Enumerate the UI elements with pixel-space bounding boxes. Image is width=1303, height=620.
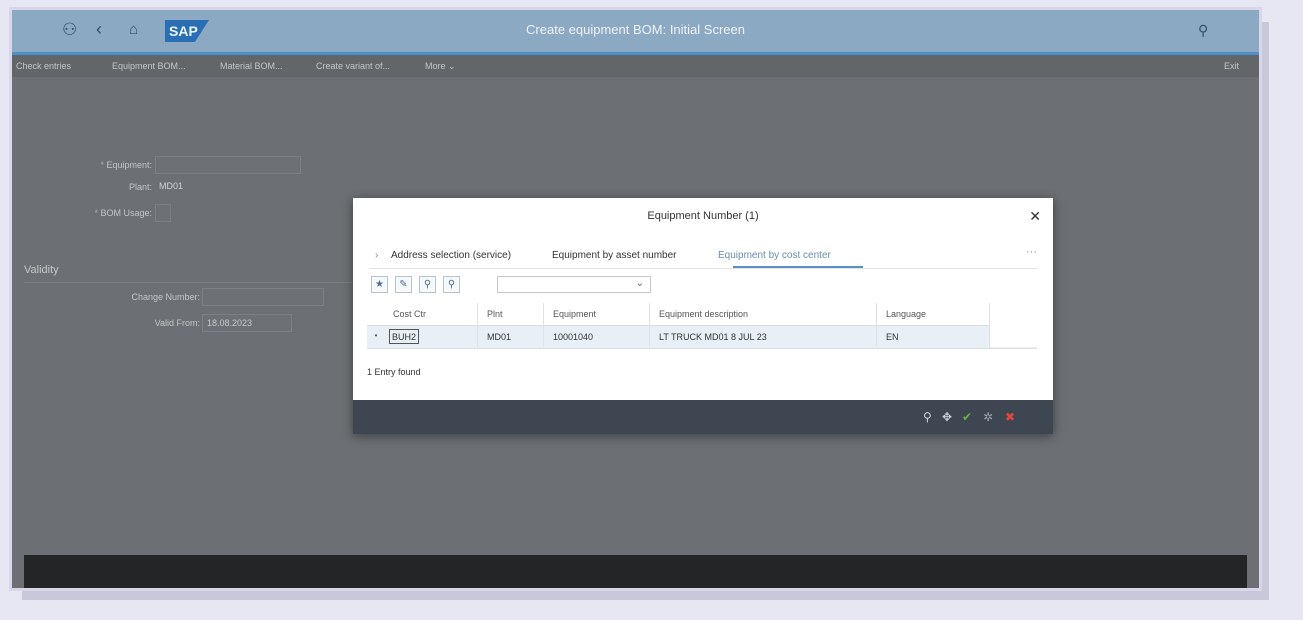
description-cell: LT TRUCK MD01 8 JUL 23 bbox=[659, 332, 767, 342]
app-toolbar: Check entries Equipment BOM... Material … bbox=[12, 55, 1259, 77]
bom-usage-label: * BOM Usage: bbox=[94, 208, 152, 218]
equipment-value-help-dialog: Equipment Number (1) ✕ › Address selecti… bbox=[353, 198, 1053, 434]
valid-from-field[interactable]: 18.08.2023 bbox=[202, 314, 292, 332]
layout-select[interactable]: ⌄ bbox=[497, 276, 651, 293]
dialog-footer: ⚲ ✥ ✔ ✲ ✖ bbox=[353, 400, 1053, 434]
column-header[interactable]: Plnt bbox=[487, 309, 503, 319]
dialog-tabs: › Address selection (service) Equipment … bbox=[369, 244, 1037, 269]
more-menu-button[interactable]: More ⌄ bbox=[425, 61, 456, 72]
row-selector-icon[interactable]: • bbox=[371, 331, 381, 341]
find-next-icon[interactable]: ⚲ bbox=[443, 276, 460, 293]
section-divider bbox=[24, 282, 354, 283]
footer-bar bbox=[24, 555, 1247, 588]
search-icon[interactable]: ⚲ bbox=[923, 410, 932, 424]
equipment-label: * Equipment: bbox=[100, 160, 152, 170]
tab-address-selection[interactable]: Address selection (service) bbox=[391, 250, 511, 261]
tab-equipment-by-cost-center[interactable]: Equipment by cost center bbox=[718, 250, 831, 261]
column-header[interactable]: Language bbox=[886, 309, 926, 319]
shell-bar: ⚇ ‹ ⌂ SAP Create equipment BOM: Initial … bbox=[12, 10, 1259, 55]
edit-icon[interactable]: ✎ bbox=[395, 276, 412, 293]
column-divider bbox=[477, 303, 478, 347]
table-row[interactable]: • BUH2 MD01 10001040 LT TRUCK MD01 8 JUL… bbox=[367, 326, 1037, 349]
find-icon[interactable]: ⚲ bbox=[419, 276, 436, 293]
create-variant-button[interactable]: Create variant of... bbox=[316, 61, 390, 71]
change-number-label: Change Number: bbox=[131, 292, 200, 302]
cost-center-cell[interactable]: BUH2 bbox=[389, 329, 419, 344]
table-filler bbox=[989, 325, 1037, 347]
chevron-down-icon: ⌄ bbox=[635, 278, 644, 289]
equipment-bom-button[interactable]: Equipment BOM... bbox=[112, 61, 186, 71]
page-title: Create equipment BOM: Initial Screen bbox=[526, 22, 745, 37]
tab-equipment-by-asset[interactable]: Equipment by asset number bbox=[552, 250, 677, 261]
valid-from-label: Valid From: bbox=[154, 318, 200, 328]
check-entries-button[interactable]: Check entries bbox=[16, 61, 71, 71]
pin-icon[interactable]: ★ bbox=[371, 276, 388, 293]
table-header: Cost Ctr Plnt Equipment Equipment descri… bbox=[367, 303, 1037, 326]
column-divider bbox=[876, 303, 877, 347]
settings-icon[interactable]: ✲ bbox=[983, 410, 993, 424]
column-divider bbox=[989, 303, 990, 347]
entries-found-text: 1 Entry found bbox=[367, 367, 421, 377]
column-divider bbox=[543, 303, 544, 347]
plant-cell: MD01 bbox=[487, 332, 512, 342]
language-cell: EN bbox=[886, 332, 899, 342]
cancel-icon[interactable]: ✖ bbox=[1005, 410, 1015, 424]
validity-section-title: Validity bbox=[24, 264, 59, 276]
bom-usage-field[interactable] bbox=[155, 204, 171, 222]
equipment-cell: 10001040 bbox=[553, 332, 594, 342]
exit-button[interactable]: Exit bbox=[1224, 61, 1239, 71]
column-header[interactable]: Cost Ctr bbox=[393, 309, 426, 319]
selected-tab-indicator bbox=[733, 266, 863, 268]
change-number-field[interactable] bbox=[202, 288, 324, 306]
plant-label: Plant: bbox=[128, 182, 152, 192]
column-divider bbox=[649, 303, 650, 347]
tab-scroll-left-icon[interactable]: › bbox=[375, 250, 378, 261]
equipment-field[interactable] bbox=[155, 156, 301, 174]
results-table: Cost Ctr Plnt Equipment Equipment descri… bbox=[367, 303, 1037, 349]
column-header[interactable]: Equipment bbox=[553, 309, 596, 319]
plant-value: MD01 bbox=[159, 181, 184, 191]
confirm-icon[interactable]: ✔ bbox=[962, 410, 972, 424]
column-header[interactable]: Equipment description bbox=[659, 309, 748, 319]
dialog-title: Equipment Number (1) bbox=[647, 210, 759, 222]
move-icon[interactable]: ✥ bbox=[942, 410, 952, 424]
search-icon[interactable]: ⚲ bbox=[1198, 20, 1208, 40]
more-tabs-icon[interactable]: ··· bbox=[1026, 246, 1037, 258]
material-bom-button[interactable]: Material BOM... bbox=[220, 61, 283, 71]
close-icon[interactable]: ✕ bbox=[1029, 208, 1041, 225]
